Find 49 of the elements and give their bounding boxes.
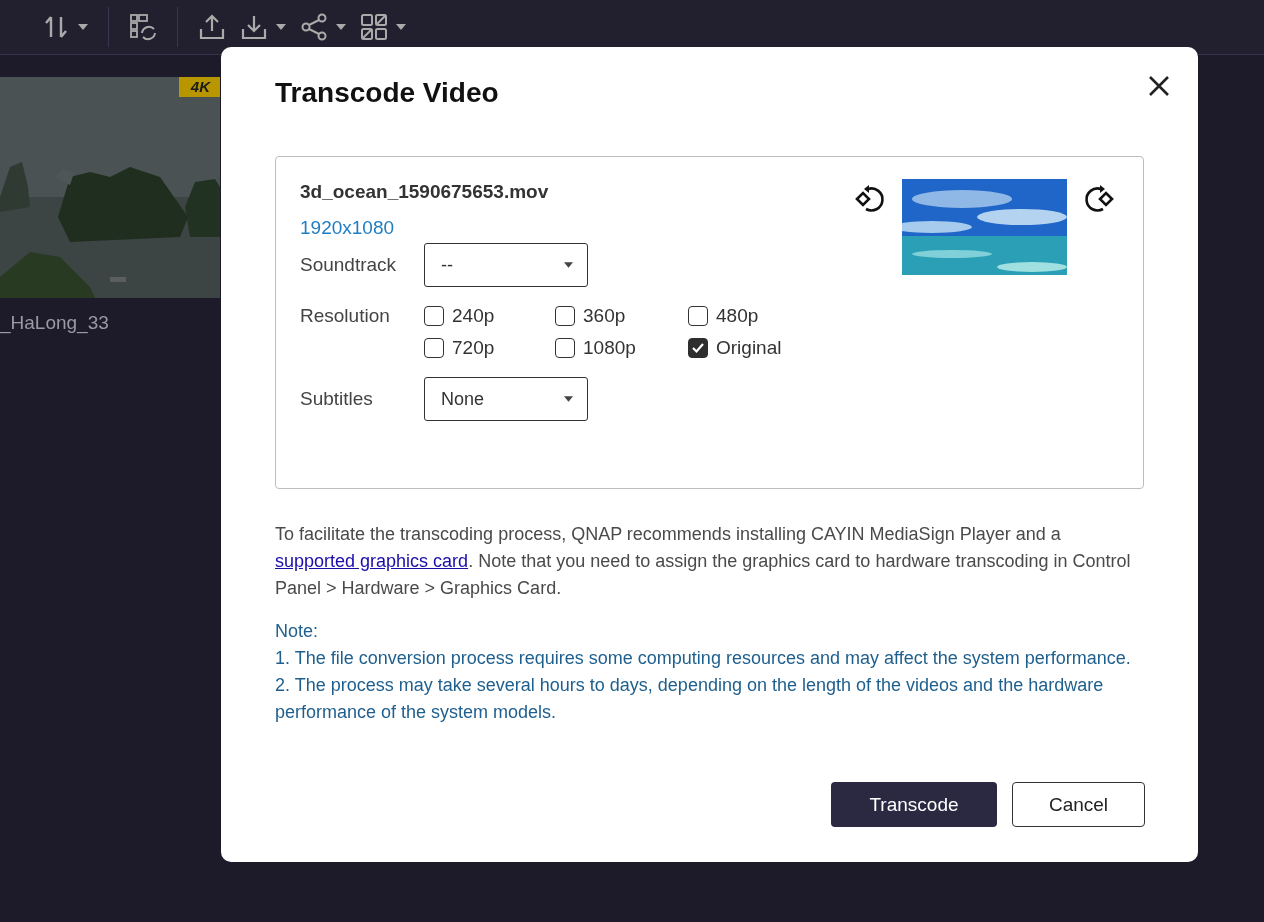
caret-icon [276, 24, 286, 30]
caret-icon [78, 24, 88, 30]
field-label: Soundtrack [300, 254, 398, 276]
note-text: 2. The process may take several hours to days, depending on the length of the videos and the hardware performance of the system models. [275, 674, 1105, 724]
caret-icon [336, 24, 346, 30]
checkbox[interactable] [555, 338, 575, 358]
soundtrack-select[interactable]: -- [424, 243, 588, 287]
caret-icon [564, 396, 573, 402]
refresh-icon [129, 13, 157, 41]
checkbox[interactable] [424, 306, 444, 326]
option-label: 720p [452, 337, 495, 359]
dialog-title: Transcode Video [275, 76, 500, 110]
share-button[interactable] [300, 13, 346, 41]
checkbox[interactable] [555, 306, 575, 326]
check-icon [691, 341, 705, 355]
upload-button[interactable] [198, 13, 226, 41]
transcode-button[interactable]: Transcode [831, 782, 997, 827]
caret-icon [396, 24, 406, 30]
download-button[interactable] [240, 13, 286, 41]
refresh-button[interactable] [129, 13, 157, 41]
rotate-right-icon [1083, 183, 1115, 215]
field-label: Subtitles [300, 388, 374, 410]
checkbox[interactable] [688, 306, 708, 326]
download-icon [240, 13, 268, 41]
link[interactable]: supported graphics card [275, 551, 469, 571]
rotate-left-icon [854, 183, 886, 215]
option-label: 360p [583, 305, 626, 327]
subtitles-select[interactable]: None [424, 377, 588, 421]
grid-button[interactable] [360, 13, 406, 41]
resolution-badge: 4K [178, 77, 220, 97]
file-resolution: 1920x1080 [300, 217, 396, 239]
caret-icon [564, 262, 573, 268]
note-text: 1. The file conversion process requires some computing resources and may affect the system performance. [275, 647, 1132, 670]
grid-icon [360, 13, 388, 41]
share-icon [300, 13, 328, 41]
info-text: To facilitate the transcoding process, QNAP recommends installing CAYIN MediaSign Player and a supported graphics card. Note that you need to assign the graphics card to hardware transcoding in Control Panel > Hardware > Graphics Card. [275, 523, 1132, 600]
note-title: Note: [275, 620, 320, 643]
option-label: 480p [716, 305, 759, 327]
cancel-button[interactable]: Cancel [1012, 782, 1145, 827]
checkbox[interactable] [688, 338, 708, 358]
option-label: 240p [452, 305, 495, 327]
close-icon [1148, 75, 1170, 97]
upload-icon [198, 13, 226, 41]
option-label: Original [716, 337, 782, 359]
option-label: 1080p [583, 337, 636, 359]
file-name: 3d_ocean_1590675653.mov [300, 181, 549, 203]
checkbox[interactable] [424, 338, 444, 358]
file-name: _HaLong_33 [0, 312, 110, 334]
field-label: Resolution [300, 305, 391, 327]
